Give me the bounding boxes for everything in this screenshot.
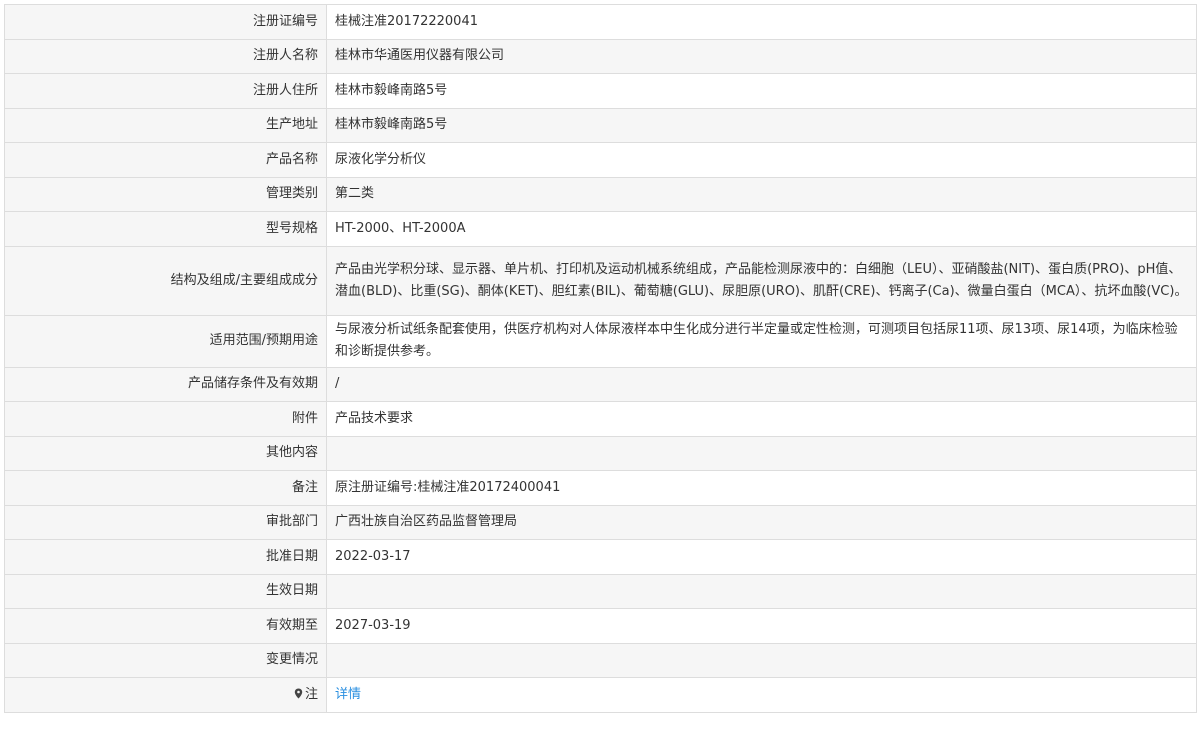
table-row: 注册证编号 桂械注准20172220041: [4, 4, 1197, 40]
table-row: 附件 产品技术要求: [4, 401, 1197, 437]
table-row: 生产地址 桂林市毅峰南路5号: [4, 107, 1197, 143]
row-value-registration-number: 桂械注准20172220041: [326, 4, 1197, 40]
row-value-registrant-address: 桂林市毅峰南路5号: [326, 73, 1197, 109]
table-row: 产品名称 尿液化学分析仪: [4, 142, 1197, 178]
row-value-valid-until: 2027-03-19: [326, 608, 1197, 644]
row-value-approval-department: 广西壮族自治区药品监督管理局: [326, 504, 1197, 540]
row-label-registrant-name: 注册人名称: [4, 38, 327, 74]
row-label-storage-validity: 产品储存条件及有效期: [4, 366, 327, 402]
row-label-valid-until: 有效期至: [4, 608, 327, 644]
row-label-intended-use: 适用范围/预期用途: [4, 314, 327, 368]
table-row: 注册人住所 桂林市毅峰南路5号: [4, 73, 1197, 109]
row-label-approval-department: 审批部门: [4, 504, 327, 540]
table-row: 审批部门 广西壮族自治区药品监督管理局: [4, 504, 1197, 540]
registration-detail-table: 注册证编号 桂械注准20172220041 注册人名称 桂林市华通医用仪器有限公…: [4, 4, 1197, 713]
row-label-registrant-address: 注册人住所: [4, 73, 327, 109]
table-row: 结构及组成/主要组成成分 产品由光学积分球、显示器、单片机、打印机及运动机械系统…: [4, 245, 1197, 316]
row-label-remarks: 备注: [4, 470, 327, 506]
row-value-other-content: [326, 435, 1197, 471]
row-label-production-address: 生产地址: [4, 107, 327, 143]
row-value-remarks: 原注册证编号:桂械注准20172400041: [326, 470, 1197, 506]
row-value-model-spec: HT-2000、HT-2000A: [326, 211, 1197, 247]
details-link[interactable]: 详情: [335, 687, 361, 702]
row-value-approval-date: 2022-03-17: [326, 539, 1197, 575]
row-label-note: 注: [4, 677, 327, 713]
table-row: 型号规格 HT-2000、HT-2000A: [4, 211, 1197, 247]
table-row: 注 详情: [4, 677, 1197, 713]
row-label-approval-date: 批准日期: [4, 539, 327, 575]
row-label-other-content: 其他内容: [4, 435, 327, 471]
row-value-management-category: 第二类: [326, 176, 1197, 212]
table-row: 批准日期 2022-03-17: [4, 539, 1197, 575]
row-value-effective-date: [326, 573, 1197, 609]
table-row: 注册人名称 桂林市华通医用仪器有限公司: [4, 38, 1197, 74]
row-label-management-category: 管理类别: [4, 176, 327, 212]
row-value-product-name: 尿液化学分析仪: [326, 142, 1197, 178]
row-value-production-address: 桂林市毅峰南路5号: [326, 107, 1197, 143]
row-label-changes: 变更情况: [4, 642, 327, 678]
row-label-structure-composition: 结构及组成/主要组成成分: [4, 245, 327, 316]
table-row: 备注 原注册证编号:桂械注准20172400041: [4, 470, 1197, 506]
row-label-attachment: 附件: [4, 401, 327, 437]
table-row: 有效期至 2027-03-19: [4, 608, 1197, 644]
table-row: 适用范围/预期用途 与尿液分析试纸条配套使用，供医疗机构对人体尿液样本中生化成分…: [4, 314, 1197, 368]
row-value-note: 详情: [326, 677, 1197, 713]
table-row: 其他内容: [4, 435, 1197, 471]
row-value-changes: [326, 642, 1197, 678]
row-value-structure-composition: 产品由光学积分球、显示器、单片机、打印机及运动机械系统组成，产品能检测尿液中的：…: [326, 245, 1197, 316]
row-value-registrant-name: 桂林市华通医用仪器有限公司: [326, 38, 1197, 74]
table-row: 产品储存条件及有效期 /: [4, 366, 1197, 402]
row-label-model-spec: 型号规格: [4, 211, 327, 247]
row-value-storage-validity: /: [326, 366, 1197, 402]
row-value-intended-use: 与尿液分析试纸条配套使用，供医疗机构对人体尿液样本中生化成分进行半定量或定性检测…: [326, 314, 1197, 368]
row-label-product-name: 产品名称: [4, 142, 327, 178]
row-label-effective-date: 生效日期: [4, 573, 327, 609]
row-value-attachment: 产品技术要求: [326, 401, 1197, 437]
note-label-text: 注: [304, 686, 318, 702]
table-row: 变更情况: [4, 642, 1197, 678]
table-row: 管理类别 第二类: [4, 176, 1197, 212]
row-label-registration-number: 注册证编号: [4, 4, 327, 40]
location-pin-icon: [294, 685, 303, 699]
table-row: 生效日期: [4, 573, 1197, 609]
